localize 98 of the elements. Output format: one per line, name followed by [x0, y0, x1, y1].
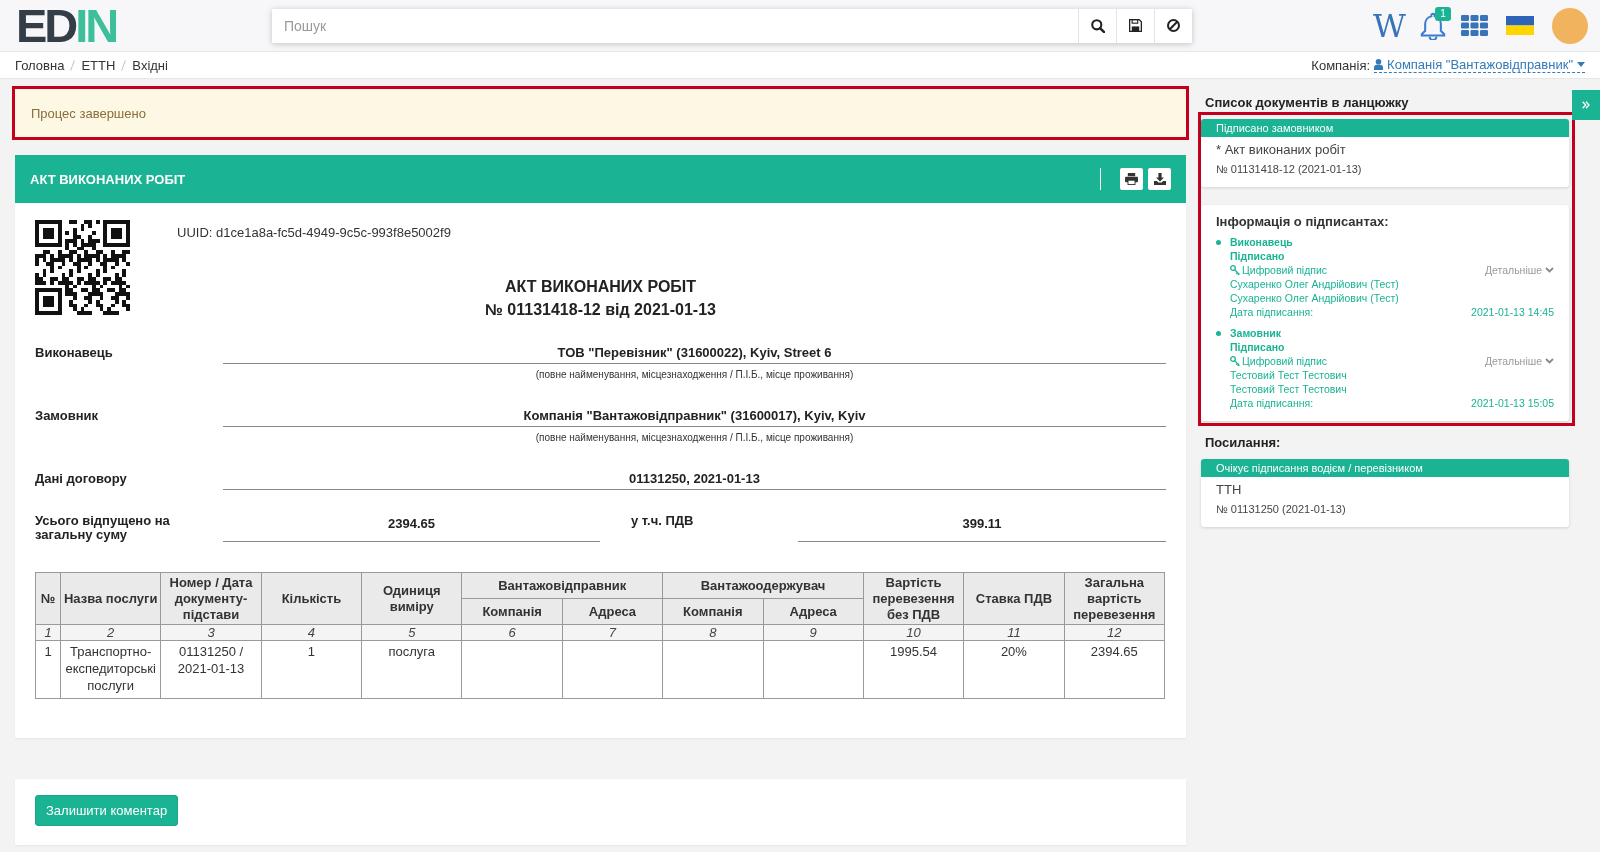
document-card[interactable]: Очікує підписання водієм / перевізником ТТН № 01131250 (2021-01-13) [1201, 459, 1569, 527]
signer-role: Виконавець [1230, 235, 1293, 249]
field-value: 399.11 [798, 514, 1166, 542]
field-label: Усього відпущено на загальну суму [35, 514, 171, 542]
signer-name: Тестовий Тест Тестович [1230, 382, 1347, 396]
signature-link[interactable]: Цифровий підпис [1230, 263, 1328, 277]
breadcrumb-link[interactable]: Вхідні [132, 57, 168, 73]
signer-status: Підписано [1230, 249, 1285, 263]
column-header: Вартість перевезення без ПДВ [863, 572, 964, 625]
company-selector[interactable]: Компанія "Вантажовідправник" [1374, 57, 1585, 73]
bell-icon[interactable] [1419, 11, 1447, 40]
bullet-icon [1216, 240, 1221, 245]
table-cell: 01131250 / 2021-01-13 [160, 640, 262, 699]
status-banner: Очікує підписання водієм / перевізником [1201, 459, 1569, 477]
save-button[interactable] [1116, 8, 1154, 43]
logo[interactable]: EDIN [16, 5, 117, 46]
clear-button[interactable] [1154, 8, 1192, 43]
user-icon [1374, 59, 1384, 70]
printer-icon [1125, 173, 1138, 185]
column-header: Загальна вартість перевезення [1064, 572, 1165, 625]
signer-name: Сухаренко Олег Андрійович (Тест) [1230, 291, 1399, 305]
date-label: Дата підписання: [1230, 396, 1314, 410]
column-header: № [35, 572, 61, 625]
signers-title: Інформація о підписантах: [1216, 213, 1389, 231]
column-header: Компанія [461, 598, 563, 625]
table-cell: 1 [35, 640, 61, 699]
double-chevron-icon [1582, 101, 1590, 109]
signing-date: 2021-01-13 15:05 [1471, 396, 1554, 410]
apps-grid-icon[interactable] [1461, 15, 1488, 36]
signer-name: Сухаренко Олег Андрійович (Тест) [1230, 277, 1399, 291]
field-value: Компанія "Вантажовідправник" (31600017), Kyiv, Kyiv [223, 406, 1166, 427]
print-button[interactable] [1120, 168, 1143, 190]
breadcrumb-link[interactable]: ЕТТН [81, 57, 116, 73]
document-number: № 01131418-12 (2021-01-13) [1216, 162, 1362, 177]
field-label: Виконавець [35, 344, 114, 362]
document-title: АКТ ВИКОНАНИХ РОБІТ [504, 277, 697, 297]
table-cell: 1995.54 [863, 640, 964, 699]
field-hint: (повне найменування, місцезнаходження / П.І.Б., місце проживання) [534, 431, 855, 445]
sidebar-toggle[interactable] [1572, 90, 1600, 120]
column-header: Компанія [662, 598, 763, 625]
uuid-text: UUID: d1ce1a8a-fc5d-4949-9c5c-993f8e5002f9 [177, 225, 451, 240]
column-header: Одиниця виміру [361, 572, 462, 625]
table-cell: 20% [963, 640, 1065, 699]
alert-message: Процес завершено [12, 86, 1189, 140]
chain-title: Список документів в ланцюжку [1205, 94, 1409, 112]
caret-icon [1577, 62, 1585, 67]
document-name: * Акт виконаних робіт [1216, 141, 1346, 159]
field-label: Дані договору [35, 470, 128, 488]
download-button[interactable] [1148, 168, 1171, 190]
document-header-title: АКТ ВИКОНАНИХ РОБІТ [30, 171, 186, 187]
company-label: Компанія: [1311, 57, 1371, 73]
signature-link[interactable]: Цифровий підпис [1230, 354, 1328, 368]
notification-badge: 1 [1435, 6, 1451, 21]
table-cell: Транспортно-експедиторські послуги [60, 640, 161, 699]
details-toggle[interactable]: Детальніше [1484, 354, 1554, 368]
comment-button[interactable]: Залишити коментар [35, 795, 179, 826]
field-label: у т.ч. ПДВ [630, 514, 695, 530]
field-hint: (повне найменування, місцезнаходження / П.І.Б., місце проживання) [534, 368, 855, 382]
key-icon [1230, 265, 1240, 275]
details-toggle[interactable]: Детальніше [1484, 263, 1554, 277]
breadcrumb-link[interactable]: Головна [15, 57, 65, 73]
key-icon [1230, 356, 1240, 366]
search-button[interactable] [1078, 8, 1116, 43]
column-header: Адреса [562, 598, 663, 625]
field-label: Замовник [35, 407, 100, 425]
status-banner: Підписано замовником [1201, 119, 1569, 137]
column-group-header: Вантажовідправник [461, 572, 663, 599]
column-group-header: Вантажоодержувач [662, 572, 864, 599]
bullet-icon [1216, 331, 1221, 336]
date-label: Дата підписання: [1230, 305, 1314, 319]
field-value: 01131250, 2021-01-13 [223, 469, 1166, 490]
document-name: ТТН [1216, 481, 1242, 499]
signer-name: Тестовий Тест Тестович [1230, 368, 1347, 382]
links-title: Посилання: [1205, 434, 1281, 452]
table-cell: послуга [361, 640, 462, 699]
column-header: Назва послуги [60, 572, 161, 625]
column-header: Кількість [261, 572, 362, 625]
field-value: 2394.65 [223, 514, 600, 542]
table-cell: 1 [261, 640, 362, 699]
signer-role: Замовник [1230, 326, 1281, 340]
column-header: Номер / Дата документу-підстави [160, 572, 262, 625]
flag-icon[interactable] [1506, 16, 1534, 35]
download-icon [1153, 173, 1166, 185]
chevron-down-icon[interactable] [1545, 358, 1554, 364]
signing-date: 2021-01-13 14:45 [1471, 305, 1554, 319]
field-value: ТОВ "Перевізник" (31600022), Kyiv, Street 6 [223, 343, 1166, 364]
column-header: Адреса [763, 598, 864, 625]
table-cell: 2394.65 [1064, 640, 1165, 699]
document-card[interactable]: Підписано замовником * Акт виконаних робіт № 01131418-12 (2021-01-13) [1201, 119, 1569, 187]
search-field[interactable]: Пошук [272, 8, 1078, 43]
wiki-link[interactable]: W [1373, 8, 1406, 43]
chevron-down-icon[interactable] [1545, 267, 1554, 273]
signer-status: Підписано [1230, 340, 1285, 354]
document-number: № 01131250 (2021-01-13) [1216, 502, 1346, 517]
search-icon [1090, 18, 1105, 33]
column-header: Ставка ПДВ [963, 572, 1065, 625]
ban-icon [1167, 19, 1180, 32]
document-number: № 01131418-12 від 2021-01-13 [485, 300, 716, 320]
